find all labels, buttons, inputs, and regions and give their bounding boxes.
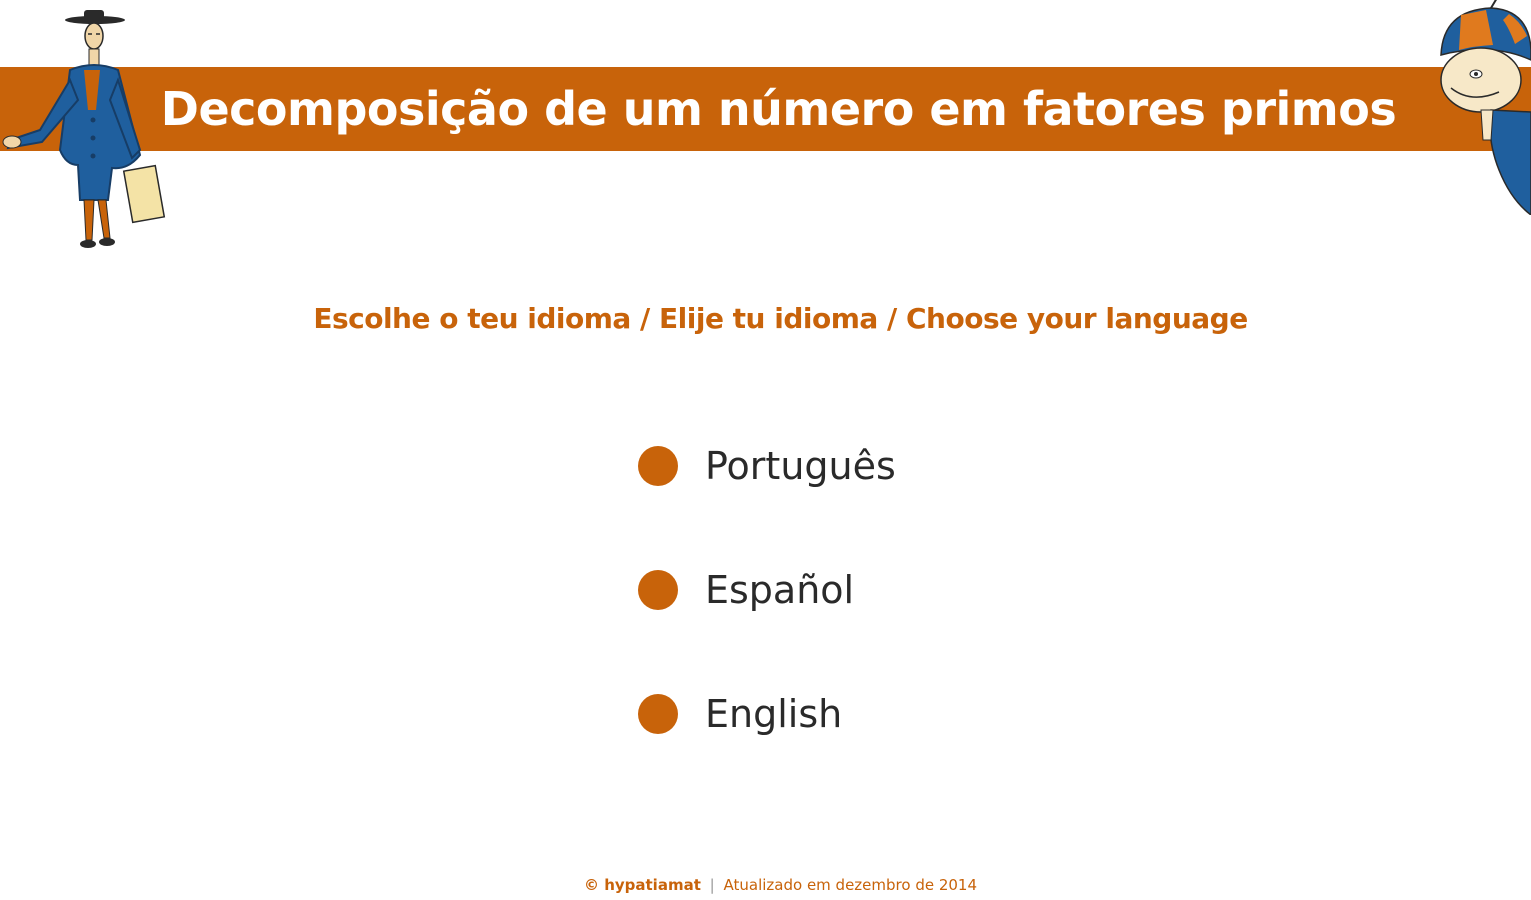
language-option-portugues[interactable]: Português	[638, 440, 1038, 492]
footer-separator: |	[709, 876, 715, 894]
page-title: Decomposição de um número em fatores pri…	[160, 82, 1397, 136]
bullet-icon	[638, 694, 678, 734]
language-prompt: Escolhe o teu idioma / Elije tu idioma /…	[313, 302, 1248, 335]
bullet-icon	[638, 446, 678, 486]
language-options: Português Español English	[638, 440, 1038, 812]
language-label: Português	[705, 444, 896, 488]
language-option-english[interactable]: English	[638, 688, 1038, 740]
footer-updated: Atualizado em dezembro de 2014	[723, 876, 978, 894]
footer: © hypatiamat | Atualizado em dezembro de…	[0, 876, 1531, 894]
bullet-icon	[638, 570, 678, 610]
language-label: English	[705, 692, 843, 736]
footer-copyright[interactable]: © hypatiamat	[584, 876, 701, 894]
language-option-espanol[interactable]: Español	[638, 564, 1038, 616]
language-label: Español	[705, 568, 855, 612]
